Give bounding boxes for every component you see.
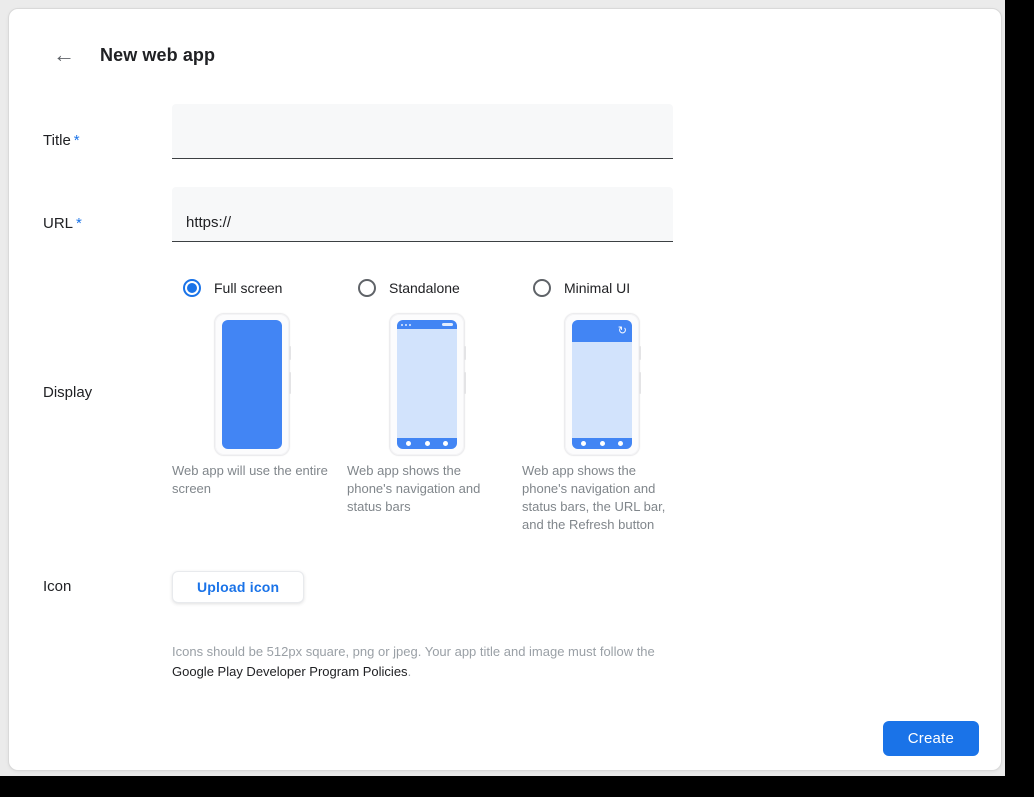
help-text-suffix: . bbox=[408, 664, 412, 679]
icon-help-text: Icons should be 512px square, png or jpe… bbox=[172, 642, 672, 682]
upload-icon-button[interactable]: Upload icon bbox=[172, 571, 304, 603]
page-title: New web app bbox=[100, 45, 215, 66]
minimal-ui-description: Web app shows the phone's navigation and… bbox=[522, 462, 682, 534]
url-input[interactable] bbox=[172, 187, 673, 241]
display-option-fullscreen: Full screen Web app will use the entire … bbox=[172, 278, 332, 534]
nav-button-icon bbox=[618, 441, 623, 446]
url-label-text: URL bbox=[43, 215, 73, 232]
phone-preview-fullscreen bbox=[214, 313, 290, 456]
standalone-description: Web app shows the phone's navigation and… bbox=[347, 462, 507, 516]
battery-icon bbox=[442, 323, 453, 326]
dialog-background: ← New web app Title* URL* bbox=[0, 0, 1005, 776]
status-dot bbox=[401, 324, 403, 326]
policies-link[interactable]: Google Play Developer Program Policies bbox=[172, 664, 408, 679]
status-dot bbox=[405, 324, 407, 326]
icon-row: Icon Upload icon bbox=[43, 571, 967, 603]
create-button[interactable]: Create bbox=[883, 721, 979, 756]
radio-unselected-icon[interactable] bbox=[533, 279, 551, 297]
required-asterisk: * bbox=[76, 215, 82, 232]
title-label: Title* bbox=[43, 104, 172, 159]
screen-body bbox=[397, 329, 457, 438]
screen-body bbox=[572, 342, 632, 438]
url-field-wrapper bbox=[172, 187, 673, 242]
nav-button-icon bbox=[425, 441, 430, 446]
fullscreen-screen bbox=[222, 320, 282, 449]
nav-button-icon bbox=[406, 441, 411, 446]
url-row: URL* bbox=[43, 187, 967, 242]
url-bar: ↻ bbox=[572, 320, 632, 342]
title-row: Title* bbox=[43, 104, 967, 159]
navigation-bar bbox=[397, 438, 457, 449]
radio-fullscreen-label: Full screen bbox=[214, 280, 282, 296]
display-option-standalone: Standalone bbox=[347, 278, 507, 534]
radio-minimal-ui-label: Minimal UI bbox=[564, 280, 630, 296]
radio-standalone-label: Standalone bbox=[389, 280, 460, 296]
required-asterisk: * bbox=[74, 132, 80, 149]
new-web-app-dialog: ← New web app Title* URL* bbox=[8, 8, 1002, 771]
display-row: Display Full screen Web app will use the… bbox=[43, 278, 967, 534]
dialog-header: ← New web app bbox=[43, 43, 967, 67]
help-text-body: Icons should be 512px square, png or jpe… bbox=[172, 644, 655, 659]
title-input[interactable] bbox=[172, 104, 673, 158]
fullscreen-description: Web app will use the entire screen bbox=[172, 462, 332, 498]
radio-unselected-icon[interactable] bbox=[358, 279, 376, 297]
status-dot bbox=[409, 324, 411, 326]
radio-minimal-ui[interactable]: Minimal UI bbox=[522, 278, 682, 298]
radio-fullscreen[interactable]: Full screen bbox=[172, 278, 332, 298]
phone-preview-standalone bbox=[389, 313, 465, 456]
url-label: URL* bbox=[43, 187, 172, 242]
title-field-wrapper bbox=[172, 104, 673, 159]
radio-selected-icon[interactable] bbox=[183, 279, 201, 297]
nav-button-icon bbox=[581, 441, 586, 446]
status-bar bbox=[397, 320, 457, 329]
navigation-bar bbox=[572, 438, 632, 449]
back-arrow-icon[interactable]: ← bbox=[53, 44, 77, 66]
display-label: Display bbox=[43, 278, 172, 534]
display-option-minimal-ui: Minimal UI ↻ bbox=[522, 278, 682, 534]
refresh-icon: ↻ bbox=[618, 326, 627, 337]
display-options: Full screen Web app will use the entire … bbox=[172, 278, 967, 534]
phone-preview-minimal-ui: ↻ bbox=[564, 313, 640, 456]
nav-button-icon bbox=[600, 441, 605, 446]
radio-standalone[interactable]: Standalone bbox=[347, 278, 507, 298]
icon-label: Icon bbox=[43, 571, 172, 603]
nav-button-icon bbox=[443, 441, 448, 446]
title-label-text: Title bbox=[43, 132, 71, 149]
